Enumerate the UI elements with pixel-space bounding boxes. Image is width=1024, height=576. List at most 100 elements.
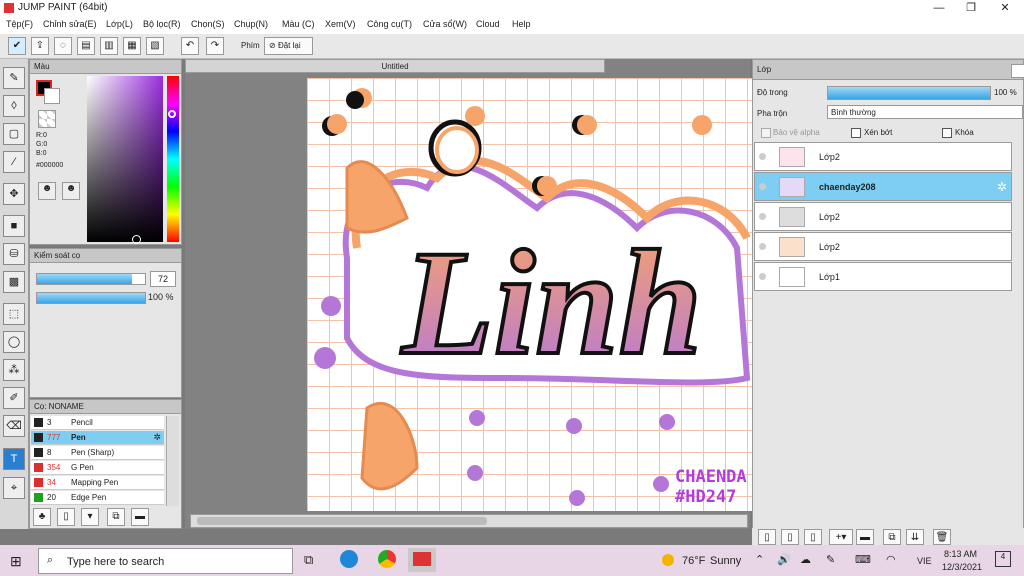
menu-cloud[interactable]: Cloud xyxy=(476,19,500,29)
speaker-icon[interactable]: 🔊 xyxy=(777,553,791,566)
rectangle-icon[interactable]: ▢ xyxy=(3,123,25,145)
lasso-icon[interactable]: ◯ xyxy=(3,331,25,353)
brush-item[interactable]: 3 Pencil xyxy=(31,416,164,430)
pen-icon[interactable]: ✎ xyxy=(826,553,835,566)
hue-slider[interactable] xyxy=(167,76,179,242)
brush-item[interactable]: 777 Pen ✲ xyxy=(31,431,164,445)
drawing-canvas[interactable]: Linh CHAENDA #HD247 xyxy=(307,78,752,511)
comment-icon[interactable]: ◌ xyxy=(54,37,72,55)
hue-cursor[interactable] xyxy=(168,110,176,118)
cloud-icon[interactable]: ☁ xyxy=(800,553,811,566)
menu-view[interactable]: Xem(V) xyxy=(325,19,356,29)
brush-item[interactable]: 8 Pen (Sharp) xyxy=(31,446,164,460)
blend-mode-select[interactable]: Bình thường xyxy=(827,105,1023,119)
windows-start-icon[interactable]: ⊞ xyxy=(10,553,22,570)
new-brush-icon[interactable]: ▯ xyxy=(57,508,75,526)
weather-text[interactable]: Sunny xyxy=(710,555,741,567)
panel-close-icon[interactable] xyxy=(1011,64,1024,78)
line-icon[interactable]: ⁄ xyxy=(3,151,25,173)
reset-button[interactable]: ⊘ Đặt lại xyxy=(264,37,313,55)
maximize-button[interactable]: ❐ xyxy=(956,0,986,16)
palette2-icon[interactable]: ☻ xyxy=(62,182,80,200)
protect-alpha-checkbox[interactable] xyxy=(761,128,771,138)
edge-browser-icon[interactable] xyxy=(340,550,358,568)
taskbar-search[interactable]: ⌕ Type here to search xyxy=(38,548,293,574)
layer-row[interactable]: Lớp1 xyxy=(754,262,1012,291)
brush-item[interactable]: 354 G Pen xyxy=(31,461,164,475)
menu-tools[interactable]: Công cụ(T) xyxy=(367,19,412,29)
select-eraser-icon[interactable]: ⌫ xyxy=(3,415,25,437)
layer-row[interactable]: chaenday208 ✲ xyxy=(754,172,1012,201)
operation-icon[interactable]: ⌖ xyxy=(3,477,25,499)
merge-layer-icon[interactable]: ⇊ xyxy=(906,529,924,545)
duplicate-layer-icon[interactable]: ⧉ xyxy=(883,529,901,545)
brush-item[interactable]: 34 Mapping Pen xyxy=(31,476,164,490)
temperature[interactable]: 76°F xyxy=(682,555,705,567)
cloud-sync-icon[interactable]: ✔ xyxy=(8,37,26,55)
close-button[interactable]: ✕ xyxy=(990,0,1020,16)
brush-item[interactable]: 20 Edge Pen xyxy=(31,491,164,505)
menu-window[interactable]: Cửa sổ(W) xyxy=(423,19,467,29)
menu-select[interactable]: Chọn(S) xyxy=(191,19,225,29)
lock-checkbox[interactable] xyxy=(942,128,952,138)
clock-date[interactable]: 12/3/2021 xyxy=(942,562,982,572)
menu-capture[interactable]: Chụp(N) xyxy=(234,19,268,29)
gradient-icon[interactable]: ▩ xyxy=(3,271,25,293)
move-icon[interactable]: ✥ xyxy=(3,183,25,205)
keyboard-icon[interactable]: ⌨ xyxy=(855,553,871,566)
clock-time[interactable]: 8:13 AM xyxy=(944,549,977,559)
text-icon[interactable]: T xyxy=(3,448,25,470)
minimize-button[interactable]: — xyxy=(924,0,954,16)
sub-color-swatch[interactable] xyxy=(44,88,60,104)
clipping-checkbox[interactable] xyxy=(851,128,861,138)
menu-color[interactable]: Màu (C) xyxy=(282,19,315,29)
layer-row[interactable]: Lớp2 xyxy=(754,202,1012,231)
eye-icon[interactable] xyxy=(759,273,766,280)
delete-layer-icon[interactable]: 🗑 xyxy=(933,529,951,545)
menu-filter[interactable]: Bộ lọc(R) xyxy=(143,19,181,29)
menu-help[interactable]: Help xyxy=(512,19,531,29)
brush-icon[interactable]: ✎ xyxy=(3,67,25,89)
select-rect-icon[interactable]: ⬚ xyxy=(3,303,25,325)
transparent-swatch[interactable] xyxy=(38,110,56,128)
notification-icon[interactable]: 4 xyxy=(995,551,1011,567)
eraser-icon[interactable]: ◊ xyxy=(3,95,25,117)
eye-icon[interactable] xyxy=(759,243,766,250)
wifi-icon[interactable]: ◠ xyxy=(886,553,896,566)
gear-icon[interactable]: ✲ xyxy=(153,432,161,443)
color-picker-square[interactable] xyxy=(87,76,163,242)
brush-add-icon[interactable]: ♣ xyxy=(33,508,51,526)
layout-icon[interactable]: ▧ xyxy=(146,37,164,55)
layer-folder-icon[interactable]: ▬ xyxy=(856,529,874,545)
grid-icon[interactable]: ▦ xyxy=(123,37,141,55)
menu-file[interactable]: Tệp(F) xyxy=(6,19,33,29)
picker-cursor[interactable] xyxy=(132,235,141,244)
undo-icon[interactable]: ↶ xyxy=(181,37,199,55)
palette-icon[interactable]: ☻ xyxy=(38,182,56,200)
message-icon[interactable]: ▤ xyxy=(77,37,95,55)
brush-copy-icon[interactable]: ⧉ xyxy=(107,508,125,526)
new-layer-icon[interactable]: ▯ xyxy=(758,529,776,545)
layer-row[interactable]: Lớp2 xyxy=(754,232,1012,261)
document-tab[interactable]: Untitled xyxy=(185,59,605,73)
language-indicator[interactable]: VIE xyxy=(917,556,932,566)
chevron-up-icon[interactable]: ⌃ xyxy=(755,553,764,566)
brush-folder-icon[interactable]: ▬ xyxy=(131,508,149,526)
eye-icon[interactable] xyxy=(759,183,766,190)
menu-layer[interactable]: Lớp(L) xyxy=(106,19,133,29)
jump-paint-taskbar-icon[interactable] xyxy=(408,548,436,572)
brush-menu-icon[interactable]: ▾ xyxy=(81,508,99,526)
brush-list-scrollbar[interactable] xyxy=(166,416,179,506)
task-view-icon[interactable]: ⧉ xyxy=(304,552,313,568)
magic-wand-icon[interactable]: ⁂ xyxy=(3,359,25,381)
new-layer-1bit-icon[interactable]: ▯ xyxy=(804,529,822,545)
opacity-slider[interactable] xyxy=(36,292,146,304)
bucket-icon[interactable]: ⛁ xyxy=(3,243,25,265)
size-slider[interactable] xyxy=(36,273,146,285)
layer-opacity-slider[interactable] xyxy=(827,86,991,100)
eye-icon[interactable] xyxy=(759,213,766,220)
redo-icon[interactable]: ↷ xyxy=(206,37,224,55)
chrome-icon[interactable] xyxy=(378,550,396,568)
layer-add-menu-icon[interactable]: +▾ xyxy=(829,529,853,545)
menu-edit[interactable]: Chỉnh sửa(E) xyxy=(43,19,97,29)
